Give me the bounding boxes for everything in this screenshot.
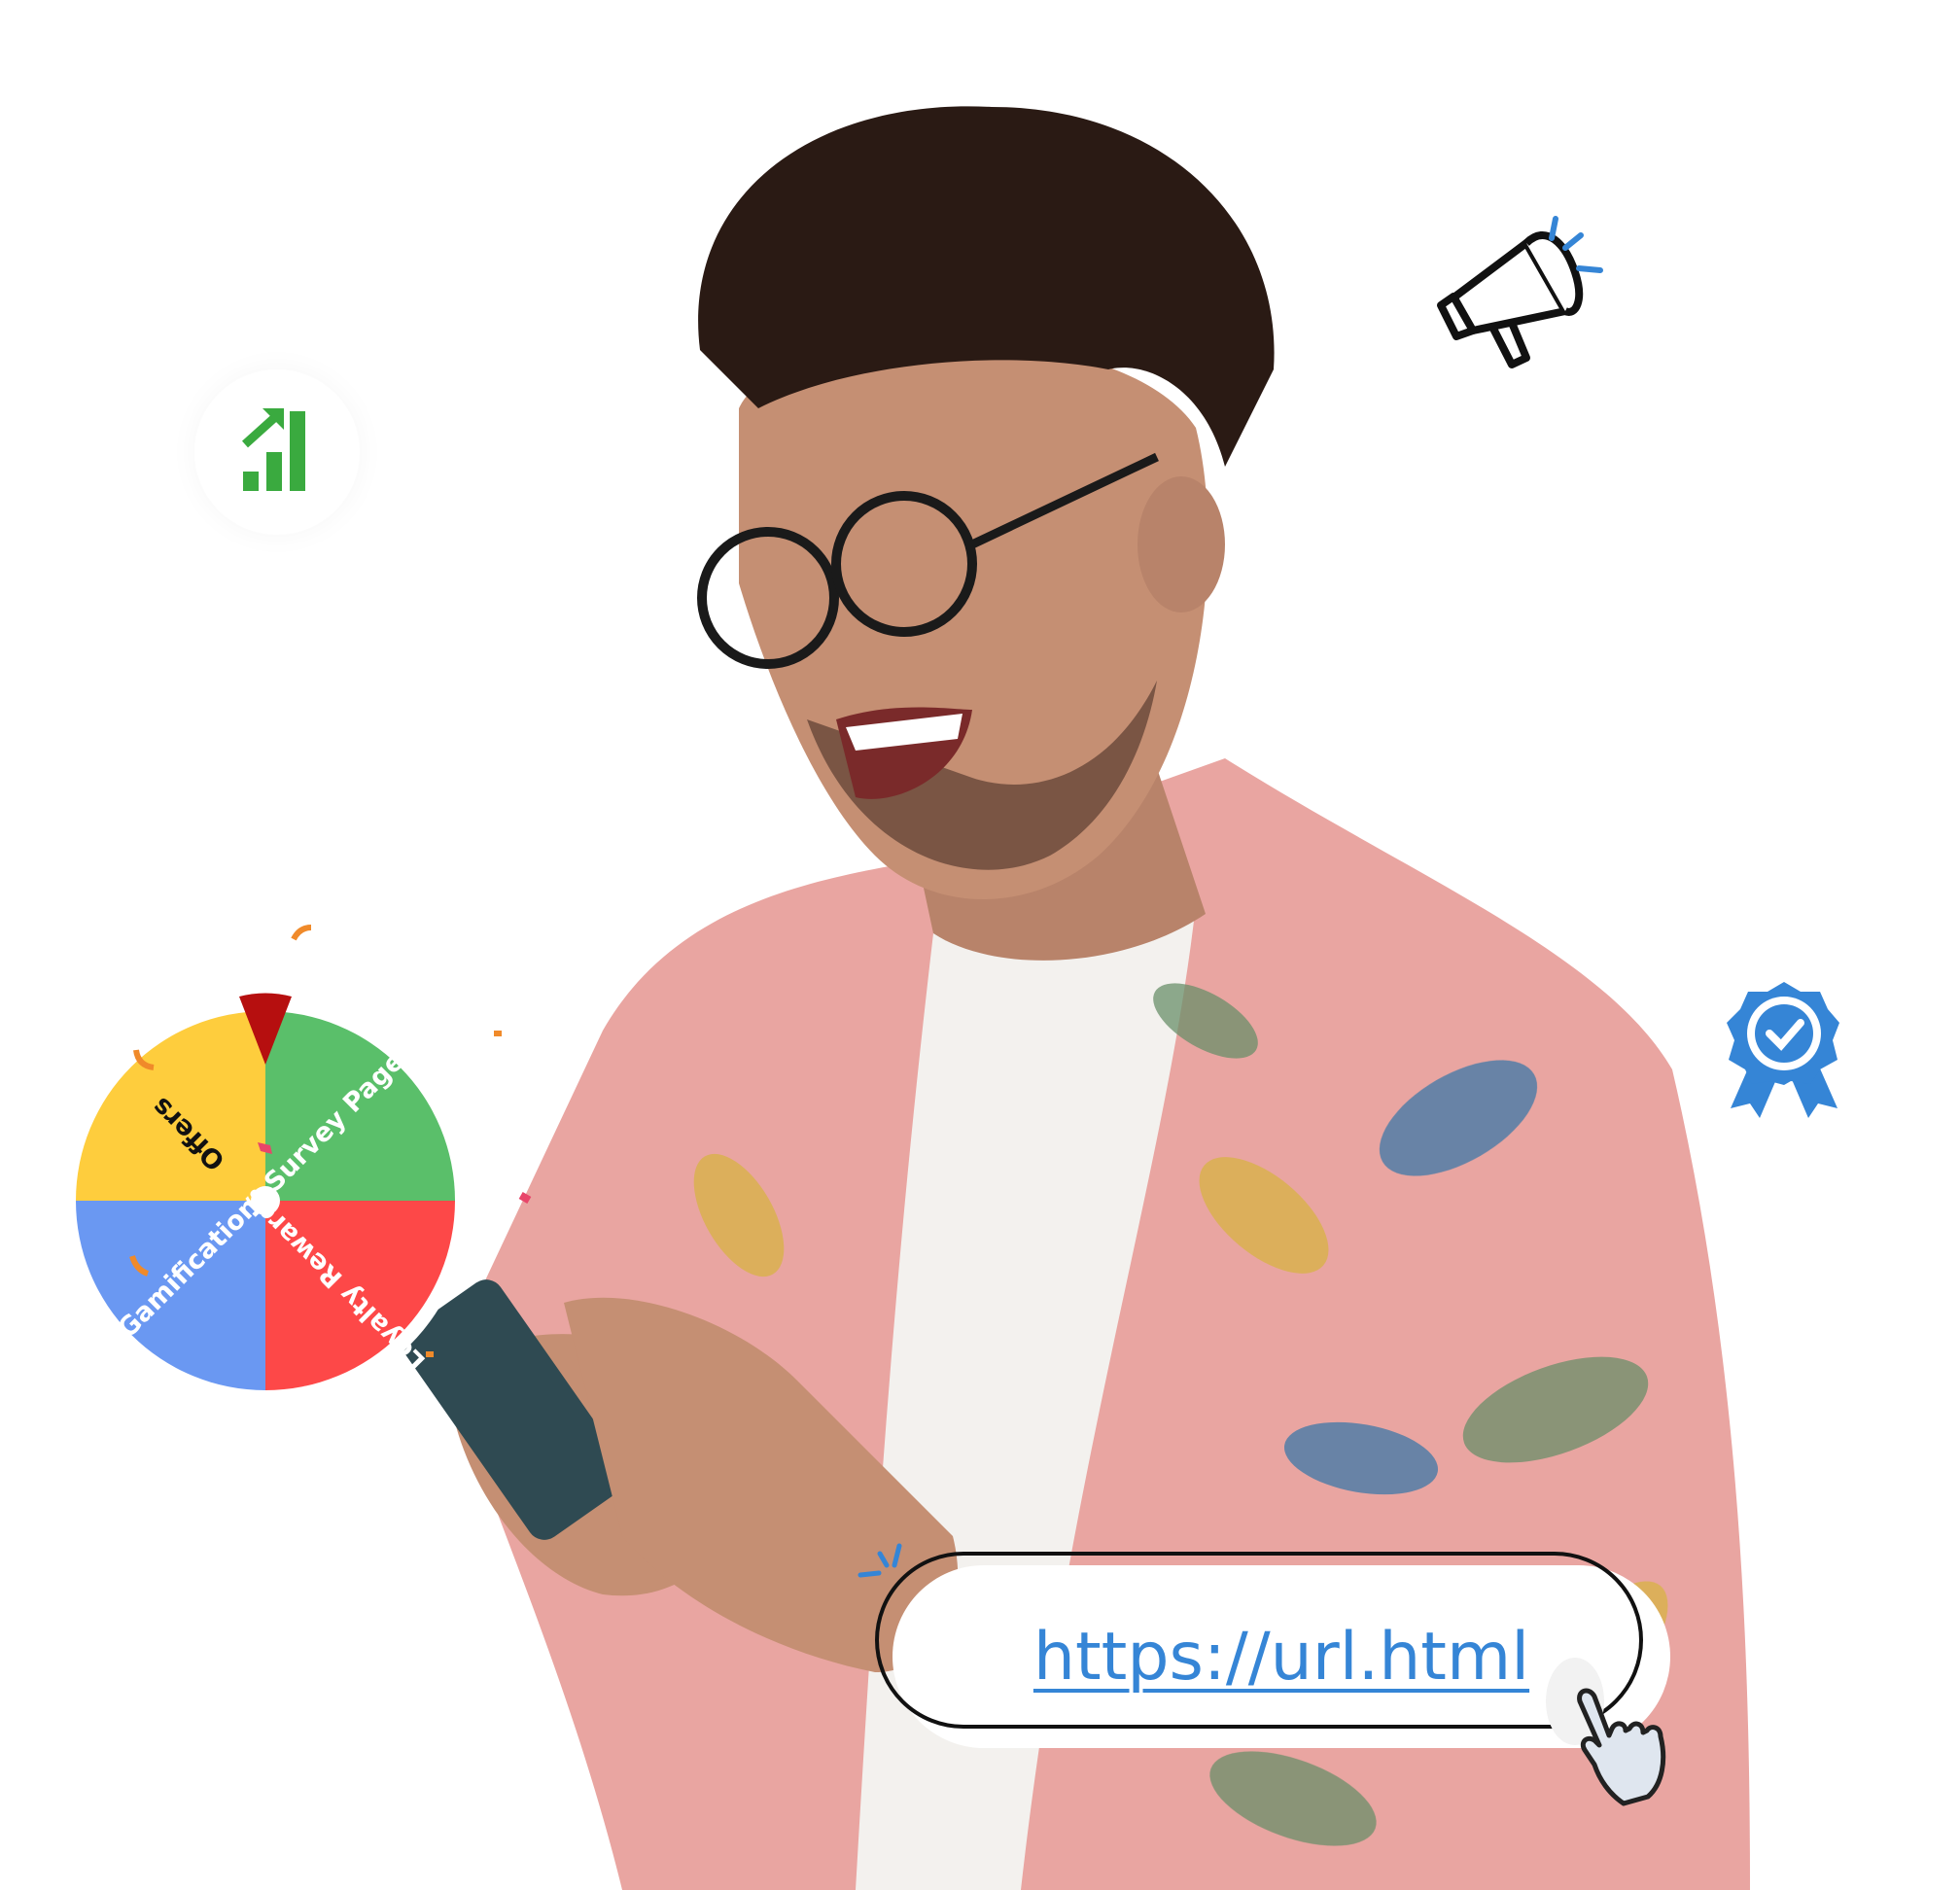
confetti-pieces [291, 925, 532, 1357]
growth-chart-icon-badge [194, 369, 360, 535]
wheel-hub [251, 1186, 280, 1215]
megaphone-icon [1437, 216, 1603, 368]
hero-illustration: Offers Survey Page Loyalty Rewards Gamif… [0, 0, 1960, 1890]
award-badge-icon-bg [1692, 962, 1876, 1147]
pointing-hand-cursor-icon [1577, 1688, 1666, 1806]
award-badge-icon [1727, 982, 1839, 1118]
growth-chart-icon [241, 408, 305, 491]
